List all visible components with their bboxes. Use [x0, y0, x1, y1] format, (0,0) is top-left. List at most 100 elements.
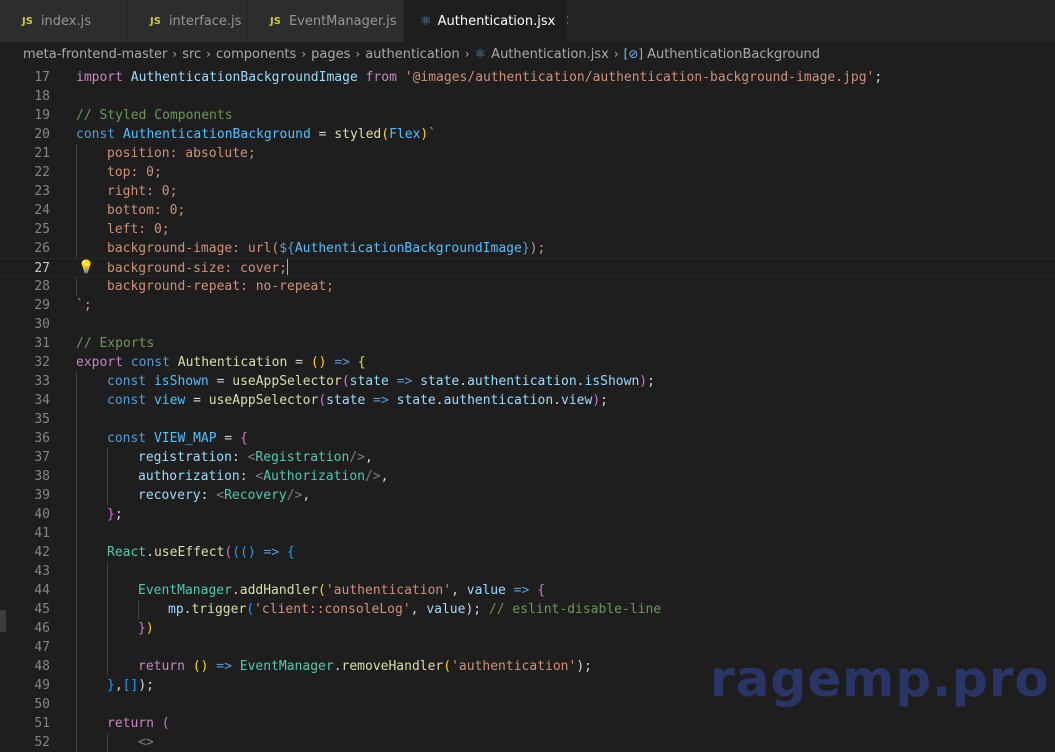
indent-guide	[107, 600, 108, 619]
indent-guide	[76, 695, 77, 714]
code-line[interactable]: 29 `;	[0, 296, 1055, 315]
code-line[interactable]: 28 background-repeat: no-repeat;	[0, 277, 1055, 296]
indent-guide	[76, 524, 77, 543]
symbol-variable-icon: [⊘]	[623, 47, 644, 61]
code-line[interactable]: 37 registration: <Registration/>,	[0, 448, 1055, 467]
code-text: },[]);	[107, 678, 154, 693]
code-text: const view = useAppSelector(state => sta…	[107, 393, 608, 408]
line-number: 33	[34, 374, 50, 389]
line-number: 40	[34, 507, 50, 522]
line-number: 20	[34, 127, 50, 142]
code-text: bottom: 0;	[107, 203, 186, 218]
breadcrumb-symbol[interactable]: AuthenticationBackground	[647, 47, 820, 62]
tab-index-js[interactable]: JS index.js	[0, 0, 128, 42]
js-file-icon: JS	[22, 15, 33, 27]
code-text: `;	[76, 298, 92, 313]
code-line[interactable]: 43	[0, 562, 1055, 581]
line-number: 50	[34, 697, 50, 712]
code-line[interactable]: 26 background-image: url(${Authenticatio…	[0, 239, 1055, 258]
line-number: 38	[34, 469, 50, 484]
code-line[interactable]: 19 // Styled Components	[0, 106, 1055, 125]
indent-guide	[107, 562, 108, 581]
indent-guide	[76, 410, 77, 429]
code-line[interactable]: 42 React.useEffect((() => {	[0, 543, 1055, 562]
code-line[interactable]: 20 const AuthenticationBackground = styl…	[0, 125, 1055, 144]
line-number: 31	[34, 336, 50, 351]
indent-guide	[76, 562, 77, 581]
code-line[interactable]: 51 return (	[0, 714, 1055, 733]
breadcrumb-item[interactable]: pages	[311, 47, 350, 62]
code-line[interactable]: 32 export const Authentication = () => {	[0, 353, 1055, 372]
code-line[interactable]: 36 const VIEW_MAP = {	[0, 429, 1055, 448]
code-line[interactable]: 44 EventManager.addHandler('authenticati…	[0, 581, 1055, 600]
code-text: authorization: <Authorization/>,	[138, 469, 389, 484]
code-line[interactable]: 25 left: 0;	[0, 220, 1055, 239]
code-line[interactable]: 31 // Exports	[0, 334, 1055, 353]
line-number: 42	[34, 545, 50, 560]
text-cursor	[287, 259, 289, 275]
indent-guide	[76, 144, 77, 163]
line-number: 24	[34, 203, 50, 218]
line-number: 28	[34, 279, 50, 294]
breadcrumb-item[interactable]: authentication	[365, 47, 460, 62]
indent-guide	[76, 372, 77, 391]
indent-guide	[76, 448, 77, 467]
code-line[interactable]: 24 bottom: 0;	[0, 201, 1055, 220]
code-line[interactable]: 38 authorization: <Authorization/>,	[0, 467, 1055, 486]
breadcrumb-item[interactable]: src	[182, 47, 201, 62]
code-editor[interactable]: 17 import AuthenticationBackgroundImage …	[0, 66, 1055, 752]
indent-guide	[76, 657, 77, 676]
tab-eventmanager-js[interactable]: JS EventManager.js	[248, 0, 404, 42]
code-line[interactable]: 34 const view = useAppSelector(state => …	[0, 391, 1055, 410]
code-line[interactable]: 40 };	[0, 505, 1055, 524]
code-comment: // Exports	[76, 336, 155, 351]
watermark: ragemp.pro	[710, 650, 1050, 708]
indent-guide	[76, 676, 77, 695]
code-line[interactable]: 30	[0, 315, 1055, 334]
code-line[interactable]: 35	[0, 410, 1055, 429]
breadcrumb-file[interactable]: Authentication.jsx	[491, 47, 609, 62]
code-line-current[interactable]: 27 💡 background-size: cover;	[0, 258, 1055, 277]
tab-interface-js[interactable]: JS interface.js	[128, 0, 248, 42]
tab-label: interface.js	[168, 13, 242, 29]
line-number: 32	[34, 355, 50, 370]
tab-label: Authentication.jsx	[437, 13, 556, 29]
code-text: export const Authentication = () => {	[76, 355, 366, 370]
line-number: 19	[34, 108, 50, 123]
code-line[interactable]: 33 const isShown = useAppSelector(state …	[0, 372, 1055, 391]
code-line[interactable]: 22 top: 0;	[0, 163, 1055, 182]
indent-guide	[76, 201, 77, 220]
line-number: 49	[34, 678, 50, 693]
line-number: 51	[34, 716, 50, 731]
indent-guide	[76, 714, 77, 733]
code-line[interactable]: 17 import AuthenticationBackgroundImage …	[0, 68, 1055, 87]
chevron-right-icon: ›	[355, 47, 361, 61]
lightbulb-icon[interactable]: 💡	[78, 260, 94, 275]
js-file-icon: JS	[150, 15, 161, 27]
code-line[interactable]: 41	[0, 524, 1055, 543]
tab-authentication-jsx[interactable]: ⚛ Authentication.jsx ✕	[404, 0, 577, 42]
code-line[interactable]: 18	[0, 87, 1055, 106]
code-text: registration: <Registration/>,	[138, 450, 373, 465]
line-number: 43	[34, 564, 50, 579]
code-text: mp.trigger('client::consoleLog', value);…	[168, 602, 662, 617]
breadcrumb-item[interactable]: components	[216, 47, 296, 62]
line-number: 25	[34, 222, 50, 237]
code-text: const AuthenticationBackground = styled(…	[76, 127, 437, 142]
code-line[interactable]: 21 position: absolute;	[0, 144, 1055, 163]
code-text: recovery: <Recovery/>,	[138, 488, 311, 503]
code-text: React.useEffect((() => {	[107, 545, 295, 560]
code-line[interactable]: 39 recovery: <Recovery/>,	[0, 486, 1055, 505]
code-line[interactable]: 46 })	[0, 619, 1055, 638]
line-number: 30	[34, 317, 50, 332]
tab-bar: JS index.js JS interface.js JS EventMana…	[0, 0, 1055, 42]
indent-guide	[107, 581, 108, 600]
breadcrumb-item[interactable]: meta-frontend-master	[23, 47, 167, 62]
code-text: };	[107, 507, 123, 522]
line-number: 21	[34, 146, 50, 161]
line-number: 41	[34, 526, 50, 541]
code-line[interactable]: 45 mp.trigger('client::consoleLog', valu…	[0, 600, 1055, 619]
code-line[interactable]: 23 right: 0;	[0, 182, 1055, 201]
indent-guide	[76, 638, 77, 657]
indent-guide	[76, 581, 77, 600]
